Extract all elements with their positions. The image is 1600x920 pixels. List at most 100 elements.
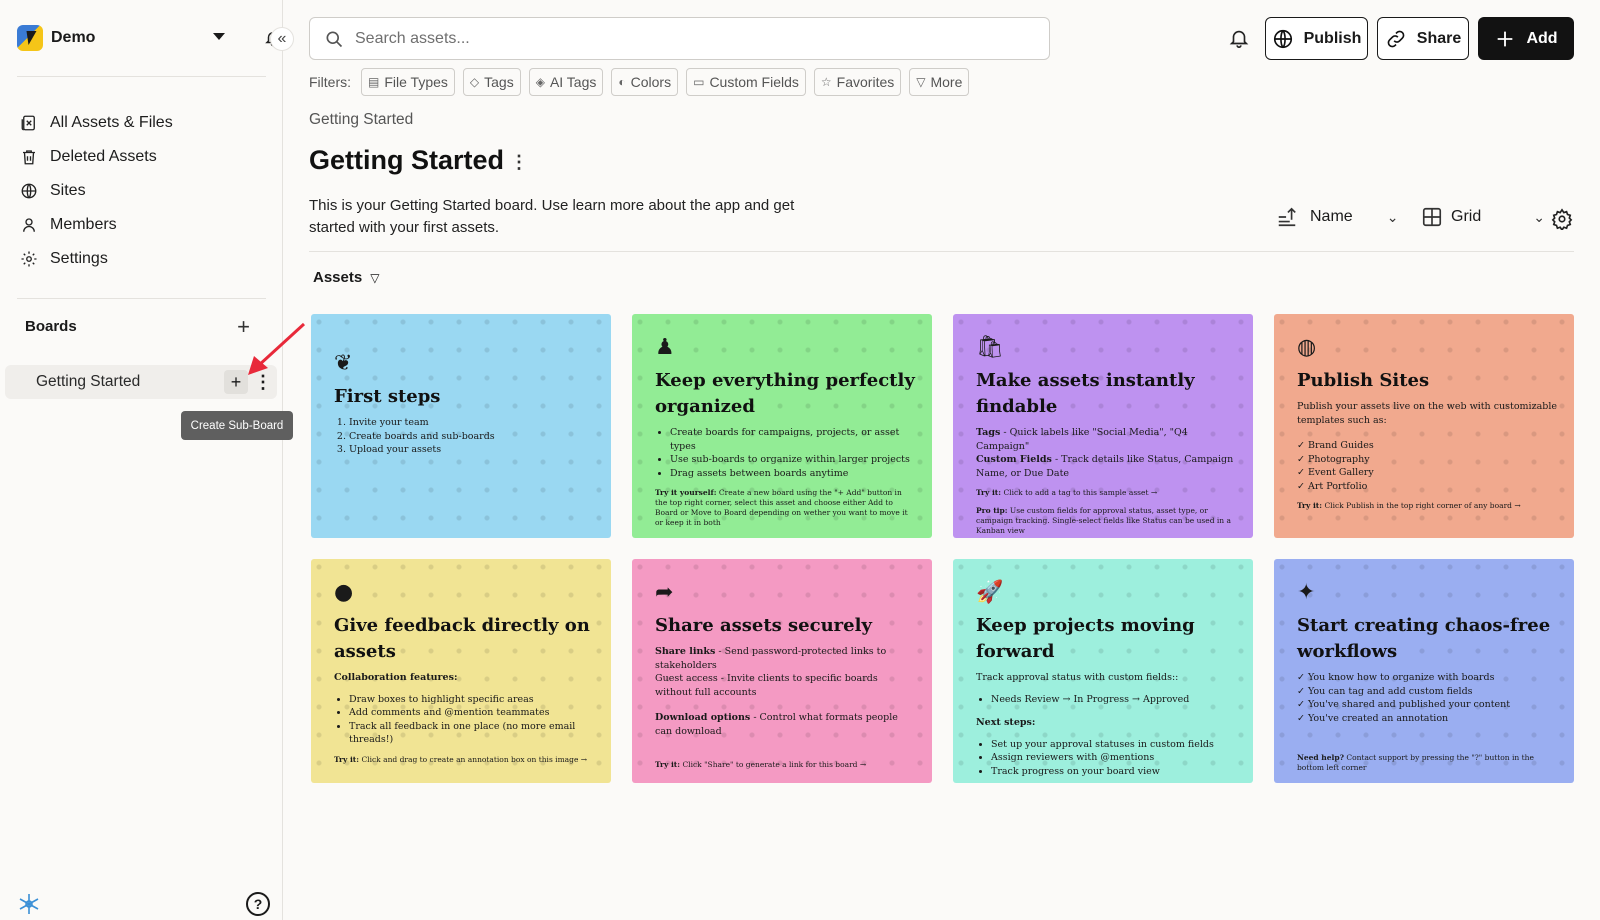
sidebar-item-deleted-assets[interactable]: Deleted Assets <box>20 140 270 174</box>
search-bar[interactable] <box>309 17 1050 60</box>
chevron-down-icon: ⌄ <box>1533 208 1545 225</box>
filter-bar: Filters: ▤ File Types ◇ Tags ◈ AI Tags ◐ Col… <box>309 68 970 96</box>
filter-tags[interactable]: ◇ Tags <box>462 68 521 96</box>
card-term: Tags <box>976 427 1001 438</box>
card-list-item: Create boards and sub-boards <box>349 430 595 444</box>
globe-icon <box>1273 29 1292 48</box>
filter-label: More <box>930 74 963 90</box>
sidebar-board-getting-started[interactable]: Getting Started + ⋮ <box>5 365 277 399</box>
caret-down-icon[interactable] <box>213 33 225 40</box>
card-list-item: ✓ You know how to organize with boards <box>1297 672 1495 683</box>
card-title: Make assets instantly findable <box>976 370 1195 417</box>
card-text: Next steps: <box>976 717 1036 728</box>
asset-card-organized[interactable]: ♟ Keep everything perfectly organized Cr… <box>632 314 932 538</box>
card-list-item: ✓ You've created an annotation <box>1297 712 1449 724</box>
sparkle-icon: ✦ <box>1297 580 1316 605</box>
asset-card-workflows[interactable]: ✦ Start creating chaos-free workflows ✓ … <box>1274 559 1574 783</box>
person-icon <box>23 218 35 232</box>
filter-more[interactable]: ▽ More <box>909 68 970 96</box>
card-tip-label: Need help? <box>1297 753 1344 762</box>
search-input[interactable] <box>355 29 1035 48</box>
asset-card-projects[interactable]: 🚀 Keep projects moving forward Track app… <box>953 559 1253 783</box>
workspace-name: Demo <box>51 29 96 46</box>
collapse-sidebar-icon[interactable]: « <box>270 27 294 51</box>
chat-bubble-icon: ● <box>334 580 354 605</box>
gear-icon <box>21 251 37 267</box>
globe-icon: ◍ <box>1297 335 1317 360</box>
filter-ai-tags[interactable]: ◈ AI Tags <box>528 68 604 96</box>
card-text: Publish your assets live on the web with… <box>1297 401 1558 426</box>
filter-label: File Types <box>384 74 448 90</box>
card-list-item: Upload your assets <box>349 443 595 457</box>
asset-card-publish-sites[interactable]: ◍ Publish Sites Publish your assets live… <box>1274 314 1574 538</box>
palette-icon: ◐ <box>618 75 626 89</box>
filter-label: Tags <box>484 74 514 90</box>
grid-icon <box>1422 207 1442 227</box>
sort-label: Name <box>1310 208 1353 225</box>
card-tip-label: Try it: <box>334 754 360 764</box>
asset-grid: ❦ First steps Invite your team Create bo… <box>311 314 1575 783</box>
workspace-logo <box>17 25 43 51</box>
card-title: Give feedback directly on assets <box>334 615 590 662</box>
card-tip: Click Publish in the top right corner of… <box>1324 501 1521 510</box>
board-label: Getting Started <box>36 373 141 390</box>
view-label: Grid <box>1451 208 1482 225</box>
fields-icon: ▭ <box>693 75 705 89</box>
sidebar-item-label: All Assets & Files <box>50 114 173 131</box>
filter-file-types[interactable]: ▤ File Types <box>361 68 455 96</box>
filter-custom-fields[interactable]: ▭ Custom Fields <box>686 68 806 96</box>
notifications-bell-icon[interactable] <box>1228 27 1250 49</box>
card-text: Guest access - Invite clients to specifi… <box>655 673 878 698</box>
card-list-item: Needs Review → In Progress → Approved <box>991 693 1237 707</box>
card-list-item: Assign reviewers with @mentions <box>991 751 1237 765</box>
card-list-item: Use sub-boards to organize within larger… <box>670 453 916 467</box>
assets-section-toggle[interactable]: Assets ▽ <box>313 269 379 286</box>
filter-label: Favorites <box>836 74 895 90</box>
app-window: Demo All Assets & Files Deleted Assets S… <box>0 0 1600 920</box>
card-title: Start creating chaos-free workflows <box>1297 615 1551 662</box>
card-list-item: ✓ Photography <box>1297 453 1370 465</box>
boards-title: Boards <box>25 318 77 335</box>
card-tip: Click "Share" to generate a link for thi… <box>682 760 867 769</box>
add-button[interactable]: Add <box>1478 17 1574 60</box>
files-icon <box>21 115 35 131</box>
snowflake-logo-icon[interactable] <box>17 892 41 916</box>
asset-card-first-steps[interactable]: ❦ First steps Invite your team Create bo… <box>311 314 611 538</box>
sort-dropdown[interactable]: Name ⌄ <box>1276 206 1398 228</box>
card-term: Custom Fields <box>976 454 1052 465</box>
card-title: Publish Sites <box>1297 370 1430 391</box>
filter-colors[interactable]: ◐ Colors <box>611 68 679 96</box>
filter-favorites[interactable]: ☆ Favorites <box>813 68 902 96</box>
help-icon[interactable]: ? <box>246 892 270 916</box>
card-tip-label: Try it: <box>976 488 1002 497</box>
view-dropdown[interactable]: Grid ⌄ <box>1421 206 1545 228</box>
sidebar-item-label: Members <box>50 216 117 233</box>
share-button[interactable]: Share <box>1377 17 1469 60</box>
file-icon: ▤ <box>368 75 380 89</box>
sidebar-item-sites[interactable]: Sites <box>20 174 270 208</box>
sidebar-item-all-assets[interactable]: All Assets & Files <box>20 106 270 140</box>
breadcrumb[interactable]: Getting Started <box>309 111 413 129</box>
publish-label: Publish <box>1303 29 1362 47</box>
filter-label: Custom Fields <box>709 74 799 90</box>
asset-card-findable[interactable]: 🛍 Make assets instantly findable Tags - … <box>953 314 1253 538</box>
asset-card-feedback[interactable]: ● Give feedback directly on assets Colla… <box>311 559 611 783</box>
card-tip: Use custom fields for approval status, a… <box>976 506 1231 535</box>
title-more-icon[interactable]: ⋮ <box>510 152 528 173</box>
sort-icon <box>1278 207 1296 227</box>
workspace-switcher[interactable]: Demo <box>17 25 281 51</box>
add-label: Add <box>1526 29 1558 47</box>
sidebar-divider <box>17 298 266 299</box>
card-title: Keep projects moving forward <box>976 615 1195 662</box>
create-sub-board-tooltip: Create Sub-Board <box>181 411 293 440</box>
card-tip-label: Pro tip: <box>976 506 1008 515</box>
sidebar-item-settings[interactable]: Settings <box>20 242 270 276</box>
section-title: Assets <box>313 269 363 286</box>
card-title: First steps <box>334 386 441 407</box>
asset-card-share[interactable]: ➦ Share assets securely Share links - Se… <box>632 559 932 783</box>
filter-label: AI Tags <box>549 74 597 90</box>
card-list-item: Drag assets between boards anytime <box>670 467 916 481</box>
publish-button[interactable]: Publish <box>1265 17 1368 60</box>
view-settings-gear-icon[interactable] <box>1551 208 1573 230</box>
sidebar-item-members[interactable]: Members <box>20 208 270 242</box>
